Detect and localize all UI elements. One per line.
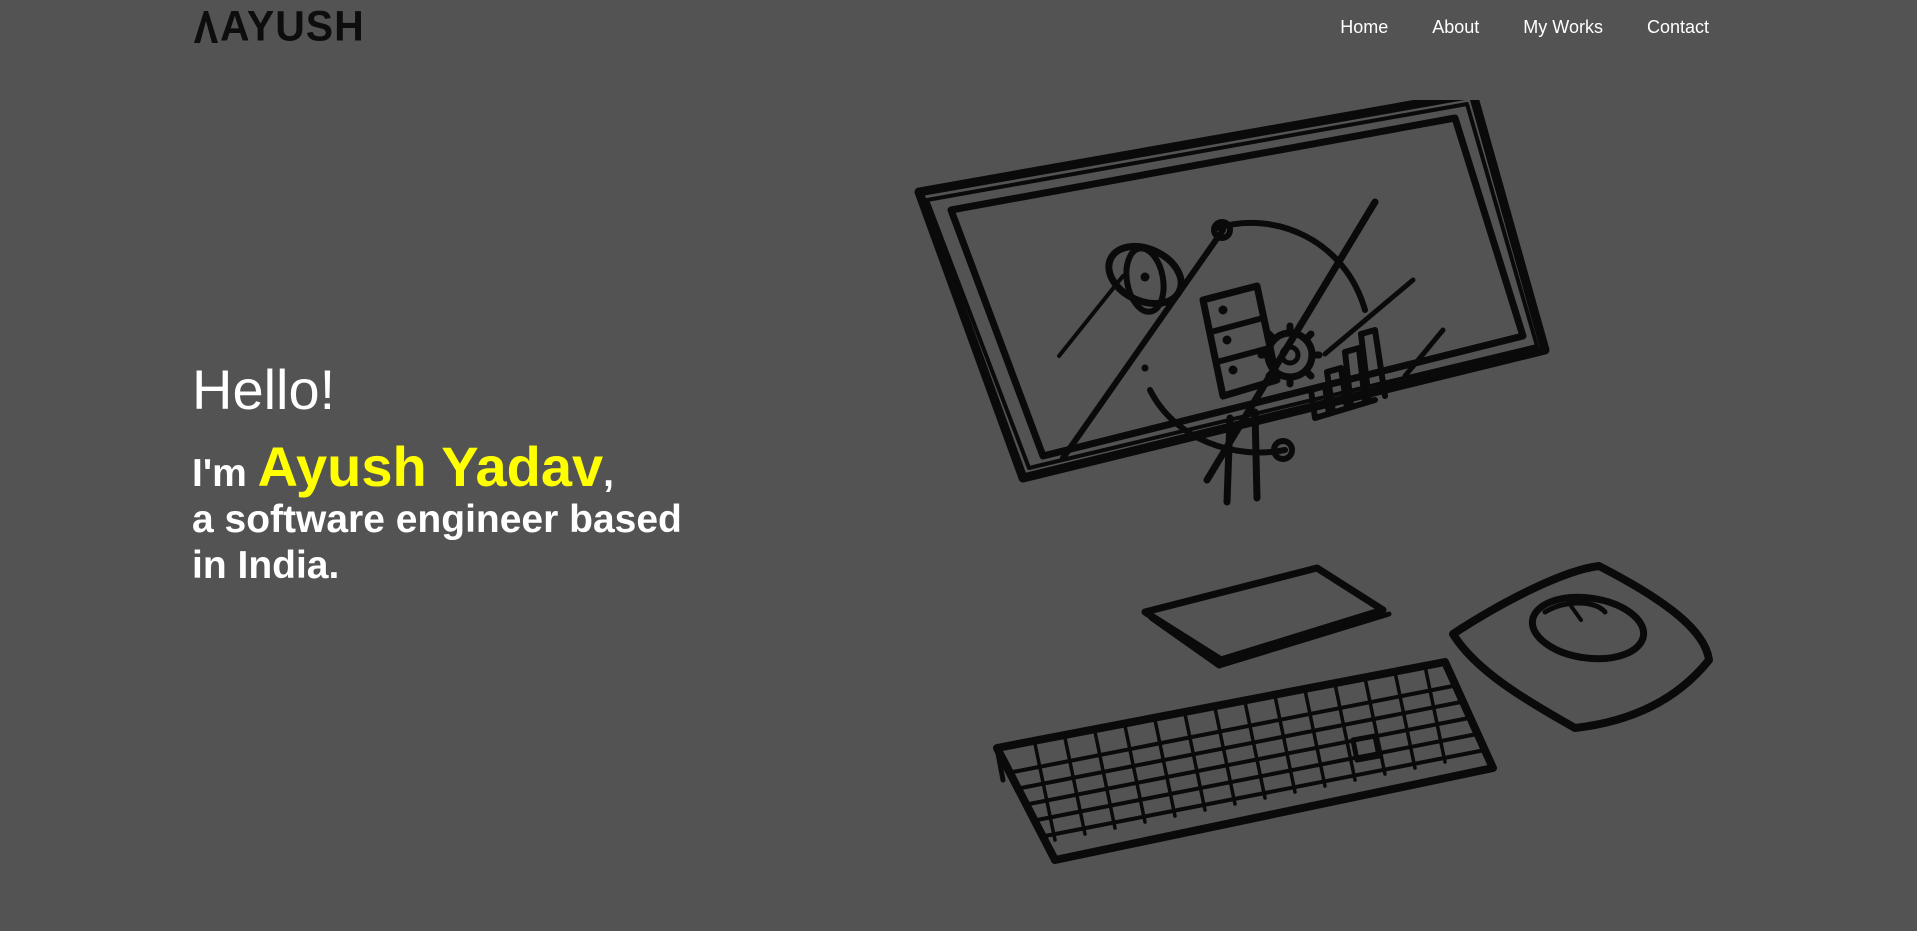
main-nav: Home About My Works Contact [1296, 16, 1709, 38]
intro-line-2: a software engineer based [192, 498, 682, 541]
intro-im: I'm [192, 452, 258, 495]
computer-illustration [914, 100, 1713, 864]
mouse-pad [1449, 562, 1713, 732]
hero-section: Hello! I'm Ayush Yadav, a software engin… [192, 358, 752, 589]
site-logo[interactable]: AYUSH [192, 4, 365, 48]
nav-my-works[interactable]: My Works [1523, 16, 1603, 38]
monitor-stand-base [1141, 564, 1387, 664]
nav-about[interactable]: About [1432, 16, 1479, 38]
desktop-computer-sketch-icon [905, 100, 1725, 870]
intro-comma: , [603, 452, 614, 495]
intro-name: Ayush Yadav [257, 435, 604, 498]
page: AYUSH Home About My Works Contact Hello!… [0, 0, 1917, 931]
nav-contact[interactable]: Contact [1647, 16, 1709, 38]
logo-lambda-icon [194, 11, 218, 43]
intro-text: I'm Ayush Yadav, a software engineer bas… [192, 439, 752, 589]
greeting-heading: Hello! [192, 358, 336, 421]
nav-home[interactable]: Home [1340, 16, 1388, 38]
intro-line-3: in India. [192, 544, 340, 587]
logo-text: AYUSH [220, 1, 365, 50]
